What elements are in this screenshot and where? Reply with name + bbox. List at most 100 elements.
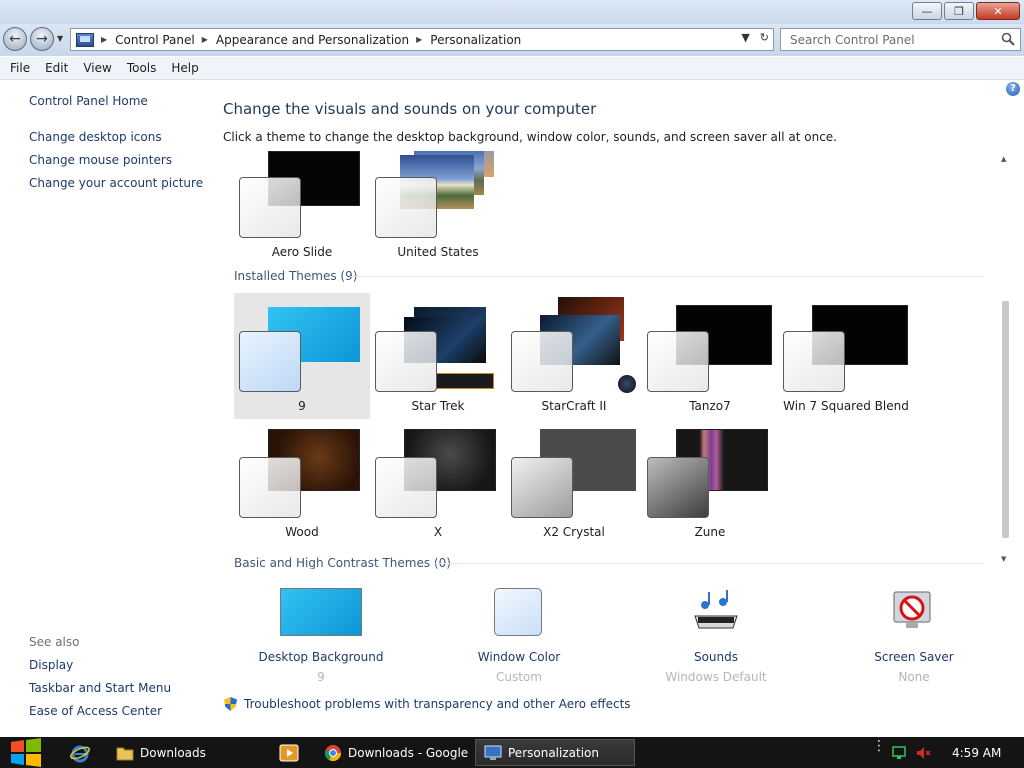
refresh-icon[interactable]: ↻ bbox=[760, 31, 769, 44]
window-color-setting[interactable]: Window Color Custom bbox=[439, 588, 599, 684]
theme-zune[interactable]: Zune bbox=[642, 419, 778, 545]
close-button[interactable]: ✕ bbox=[976, 2, 1020, 20]
scrollbar-thumb[interactable] bbox=[1002, 301, 1009, 538]
theme-name: United States bbox=[397, 245, 479, 259]
theme-win7-squared-blend[interactable]: Win 7 Squared Blend bbox=[778, 293, 914, 419]
address-dropdown-icon[interactable]: ▼ bbox=[741, 31, 749, 44]
navigation-bar: ← → ▼ ▶ Control Panel ▶ Appearance and P… bbox=[0, 24, 1024, 56]
title-bar: — ❐ ✕ bbox=[0, 0, 1024, 24]
breadcrumb-separator-icon[interactable]: ▶ bbox=[416, 35, 422, 44]
theme-glass-swatch bbox=[511, 457, 573, 518]
menu-bar: File Edit View Tools Help bbox=[0, 57, 1024, 80]
forward-button[interactable]: → bbox=[30, 27, 54, 51]
volume-muted-icon[interactable] bbox=[915, 745, 931, 761]
star-trek-logo bbox=[436, 373, 494, 389]
setting-label: Sounds bbox=[693, 650, 739, 664]
theme-star-trek[interactable]: Star Trek bbox=[370, 293, 506, 419]
breadcrumb-separator-icon[interactable]: ▶ bbox=[101, 35, 107, 44]
restore-button[interactable]: ❐ bbox=[944, 2, 974, 20]
theme-name: StarCraft II bbox=[541, 399, 607, 413]
desktop-background-setting[interactable]: Desktop Background 9 bbox=[241, 588, 401, 684]
desktop-background-icon bbox=[280, 588, 362, 636]
back-button[interactable]: ← bbox=[3, 27, 27, 51]
menu-edit[interactable]: Edit bbox=[45, 61, 68, 75]
show-hidden-icons-icon[interactable]: ⋮ bbox=[872, 739, 886, 753]
theme-name: Zune bbox=[694, 525, 726, 539]
section-divider bbox=[350, 276, 984, 277]
taskbar-item-label: Downloads - Google ... bbox=[348, 745, 468, 760]
starcraft-emblem-icon bbox=[618, 375, 636, 393]
shield-icon bbox=[224, 697, 237, 711]
change-mouse-pointers-link[interactable]: Change mouse pointers bbox=[29, 153, 172, 167]
theme-glass-swatch bbox=[239, 331, 301, 392]
setting-value: Windows Default bbox=[665, 670, 767, 684]
theme-glass-swatch bbox=[783, 331, 845, 392]
theme-9[interactable]: 9 bbox=[234, 293, 370, 419]
minimize-button[interactable]: — bbox=[912, 2, 942, 20]
ease-of-access-link[interactable]: Ease of Access Center bbox=[29, 704, 162, 718]
theme-name: Wood bbox=[285, 525, 319, 539]
taskbar-start-menu-link[interactable]: Taskbar and Start Menu bbox=[29, 681, 171, 695]
help-icon[interactable]: ? bbox=[1006, 82, 1020, 96]
breadcrumb-appearance[interactable]: Appearance and Personalization bbox=[216, 33, 409, 47]
see-also-heading: See also bbox=[29, 635, 80, 649]
taskbar: Downloads Downloads - Google ... Persona… bbox=[0, 737, 1024, 768]
theme-name: 9 bbox=[298, 399, 306, 413]
internet-explorer-icon[interactable] bbox=[70, 743, 90, 763]
window-controls: — ❐ ✕ bbox=[912, 2, 1020, 20]
theme-united-states[interactable]: United States bbox=[370, 151, 506, 265]
recent-pages-dropdown[interactable]: ▼ bbox=[57, 34, 63, 43]
start-button[interactable] bbox=[8, 738, 44, 767]
theme-list: Aero Slide United States Installed Theme… bbox=[222, 151, 1012, 569]
setting-value: None bbox=[898, 670, 930, 684]
theme-wood[interactable]: Wood bbox=[234, 419, 370, 545]
theme-aero-slide[interactable]: Aero Slide bbox=[234, 151, 370, 265]
theme-glass-swatch bbox=[375, 177, 437, 238]
breadcrumb-personalization[interactable]: Personalization bbox=[430, 33, 521, 47]
search-icon[interactable] bbox=[1001, 32, 1015, 46]
theme-name: X2 Crystal bbox=[543, 525, 605, 539]
setting-label: Desktop Background bbox=[258, 650, 384, 664]
theme-glass-swatch bbox=[239, 177, 301, 238]
scroll-up-icon[interactable]: ▲ bbox=[1001, 155, 1006, 163]
theme-starcraft-ii[interactable]: StarCraft II bbox=[506, 293, 642, 419]
breadcrumb-control-panel[interactable]: Control Panel bbox=[115, 33, 195, 47]
theme-x[interactable]: X bbox=[370, 419, 506, 545]
theme-x2-crystal[interactable]: X2 Crystal bbox=[506, 419, 642, 545]
change-desktop-icons-link[interactable]: Change desktop icons bbox=[29, 130, 162, 144]
scroll-down-icon[interactable]: ▼ bbox=[1001, 555, 1006, 563]
search-input[interactable]: Search Control Panel bbox=[780, 28, 1021, 51]
search-placeholder: Search Control Panel bbox=[790, 32, 915, 47]
change-account-picture-link[interactable]: Change your account picture bbox=[29, 176, 203, 190]
theme-glass-swatch bbox=[647, 457, 709, 518]
sounds-icon bbox=[694, 590, 738, 629]
troubleshoot-link[interactable]: Troubleshoot problems with transparency … bbox=[224, 697, 631, 711]
taskbar-personalization[interactable]: Personalization bbox=[475, 739, 635, 766]
system-clock[interactable]: 4:59 AM bbox=[952, 746, 1001, 760]
menu-tools[interactable]: Tools bbox=[127, 61, 157, 75]
menu-help[interactable]: Help bbox=[171, 61, 198, 75]
taskbar-chrome-downloads[interactable]: Downloads - Google ... bbox=[316, 739, 468, 766]
theme-name: Star Trek bbox=[411, 399, 465, 413]
control-panel-icon bbox=[76, 32, 94, 47]
installed-themes-heading: Installed Themes (9) bbox=[234, 269, 358, 283]
menu-file[interactable]: File bbox=[10, 61, 30, 75]
section-divider bbox=[434, 563, 984, 564]
theme-tanzo7[interactable]: Tanzo7 bbox=[642, 293, 778, 419]
window-color-icon bbox=[494, 588, 542, 636]
page-subtitle: Click a theme to change the desktop back… bbox=[223, 130, 837, 144]
control-panel-home-link[interactable]: Control Panel Home bbox=[29, 94, 148, 108]
breadcrumb-separator-icon[interactable]: ▶ bbox=[202, 35, 208, 44]
network-icon[interactable] bbox=[891, 745, 907, 761]
taskbar-downloads-folder[interactable]: Downloads bbox=[108, 739, 260, 766]
media-player-icon[interactable] bbox=[279, 743, 299, 763]
back-arrow-icon: ← bbox=[9, 31, 21, 47]
menu-view[interactable]: View bbox=[83, 61, 111, 75]
theme-glass-swatch bbox=[511, 331, 573, 392]
theme-name: Win 7 Squared Blend bbox=[783, 399, 909, 413]
address-bar[interactable]: ▶ Control Panel ▶ Appearance and Persona… bbox=[70, 28, 774, 51]
sounds-setting[interactable]: Sounds Windows Default bbox=[636, 588, 796, 684]
display-link[interactable]: Display bbox=[29, 658, 73, 672]
screen-saver-setting[interactable]: Screen Saver None bbox=[834, 588, 994, 684]
theme-list-scrollbar[interactable]: ▲ ▼ bbox=[998, 151, 1012, 569]
